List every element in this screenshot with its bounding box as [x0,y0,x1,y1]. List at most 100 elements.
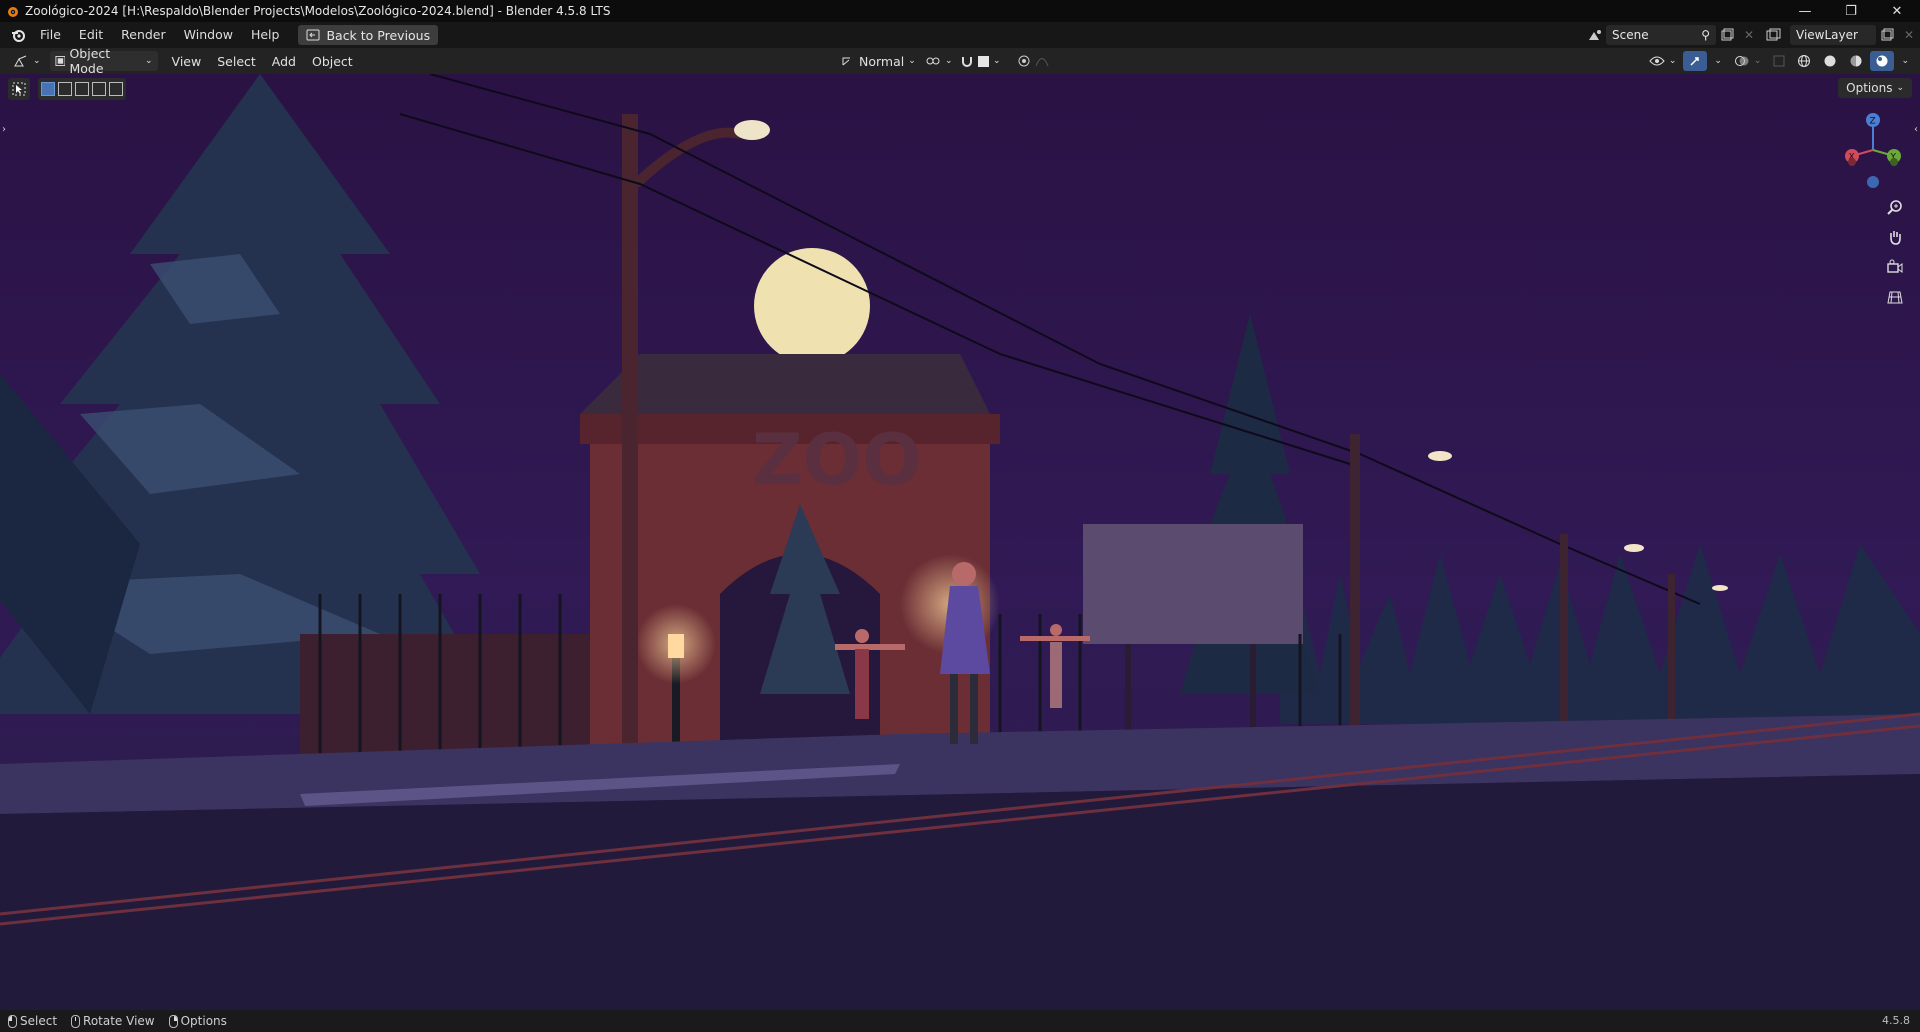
viewlayer-type-icon[interactable] [1760,25,1790,45]
pin-icon[interactable]: ⚲ [1701,28,1710,42]
snap-group[interactable]: ⌄ [955,51,1006,71]
grid-perspective-icon[interactable] [1884,286,1906,308]
header-menu-select[interactable]: Select [209,54,264,69]
gizmo-z-label: Z [1870,117,1876,127]
window-controls: — ❐ ✕ [1782,0,1920,22]
camera-icon[interactable] [1884,256,1906,278]
select-invert-icon[interactable] [92,82,106,96]
wireframe-sphere-icon [1798,55,1811,67]
blender-menu-icon[interactable] [5,22,31,48]
restore-button[interactable]: ❐ [1828,0,1874,22]
scene-name: Scene [1612,28,1649,42]
shading-rendered[interactable] [1870,51,1895,71]
gizmo-toggle[interactable] [1683,51,1708,71]
menu-help[interactable]: Help [242,22,289,48]
3d-viewport[interactable]: ZOO Options ⌄ › ‹ Z Y X [0,74,1920,1010]
header-menu-add[interactable]: Add [264,54,304,69]
select-new-icon[interactable] [41,82,55,96]
remove-scene-icon[interactable]: ✕ [1738,25,1760,45]
scene-selector-group: Scene ⚲ ✕ ViewLayer ✕ [1584,22,1920,48]
menu-window[interactable]: Window [175,22,242,48]
menu-file[interactable]: File [31,22,70,48]
shading-solid[interactable] [1818,51,1842,71]
scene-name-field[interactable]: Scene ⚲ [1606,25,1716,45]
gizmo-neg-z-axis[interactable] [1867,176,1879,188]
toolbar-expand-arrow[interactable]: › [2,124,6,135]
viewport-toolrow [8,78,126,100]
proportional-edit-group[interactable] [1012,51,1054,71]
top-menubar: File Edit Render Window Help Back to Pre… [0,22,1920,48]
solid-sphere-icon [1824,55,1836,67]
status-options-label: Options [180,1014,227,1028]
navigation-icons [1884,196,1906,308]
navigation-gizmo[interactable]: Z Y X [1838,110,1908,190]
status-select: Select [8,1014,57,1028]
blender-version: 4.5.8 [1882,1014,1910,1027]
rendered-sphere-icon [1876,55,1888,67]
pan-hand-icon[interactable] [1884,226,1906,248]
selection-mode-group[interactable] [38,78,126,100]
back-to-previous-button[interactable]: Back to Previous [298,25,439,45]
header-menu-view[interactable]: View [164,54,210,69]
mouse-right-icon [168,1014,178,1028]
window-titlebar: Zoológico-2024 [H:\Respaldo\Blender Proj… [0,0,1920,22]
new-viewlayer-icon[interactable] [1876,25,1898,45]
snap-target-icon [978,55,989,67]
material-sphere-icon [1850,55,1862,67]
select-extend-icon[interactable] [58,82,72,96]
orientation-icon [842,57,850,66]
cursor-arrow-icon [12,82,26,96]
shading-dropdown[interactable]: ⌄ [1896,51,1914,71]
status-rotate-label: Rotate View [83,1014,155,1028]
minimize-button[interactable]: — [1782,0,1828,22]
close-button[interactable]: ✕ [1874,0,1920,22]
sidebar-expand-arrow[interactable]: ‹ [1914,124,1918,135]
select-subtract-icon[interactable] [75,82,89,96]
select-tool-button[interactable] [8,78,30,100]
header-menu-object[interactable]: Object [304,54,361,69]
window-title: Zoológico-2024 [H:\Respaldo\Blender Proj… [25,4,611,18]
new-scene-icon[interactable] [1716,25,1738,45]
status-rotate-view: Rotate View [71,1014,155,1028]
viewport-header: ⌄ Object Mode ⌄ View Select Add Object N… [0,46,1920,76]
status-bar: Select Rotate View Options 4.5.8 [0,1010,1920,1032]
falloff-curve-icon [1035,58,1049,67]
viewlayer-name-field[interactable]: ViewLayer [1790,25,1876,45]
options-label: Options [1846,81,1893,95]
zoo-sign-text: ZOO [752,419,922,501]
shading-wireframe[interactable] [1792,51,1816,71]
back-button-label: Back to Previous [326,27,431,43]
blender-logo-icon [8,7,18,17]
mouse-left-icon [8,1014,17,1028]
pivot-dropdown[interactable]: ⌄ [920,51,958,71]
xray-icon [1773,55,1785,67]
pivot-icon [926,57,940,65]
viewport-options-dropdown[interactable]: Options ⌄ [1838,78,1912,98]
select-intersect-icon[interactable] [109,82,123,96]
menu-render[interactable]: Render [112,22,175,48]
overlays-icon [1734,56,1749,66]
gizmo-dropdown[interactable]: ⌄ [1709,51,1727,71]
gizmo-icon [1690,57,1700,66]
transform-orientation-dropdown[interactable]: Normal ⌄ [836,51,921,71]
visibility-dropdown[interactable]: ⌄ [1644,51,1682,71]
remove-viewlayer-icon[interactable]: ✕ [1898,25,1920,45]
back-arrow-icon [306,29,320,41]
overlays-toggle[interactable]: ⌄ [1729,51,1767,71]
orientation-label: Normal [859,53,905,69]
render-preview: ZOO [0,74,1920,1010]
eye-icon [1649,56,1665,66]
mode-dropdown[interactable]: Object Mode ⌄ [49,46,158,76]
zoom-icon[interactable] [1884,196,1906,218]
xray-toggle[interactable] [1768,51,1790,71]
status-options: Options [168,1014,227,1028]
3d-viewport-icon [14,55,27,67]
editor-type-dropdown[interactable]: ⌄ [8,51,46,71]
shading-material[interactable] [1844,51,1868,71]
scene-type-icon[interactable] [1584,25,1606,45]
mouse-middle-icon [71,1014,81,1028]
viewport-header-right: ⌄ ⌄ ⌄ ⌄ [1644,51,1914,71]
object-mode-icon [55,56,65,66]
menu-edit[interactable]: Edit [70,22,112,48]
proportional-editing-icon [1018,55,1030,67]
